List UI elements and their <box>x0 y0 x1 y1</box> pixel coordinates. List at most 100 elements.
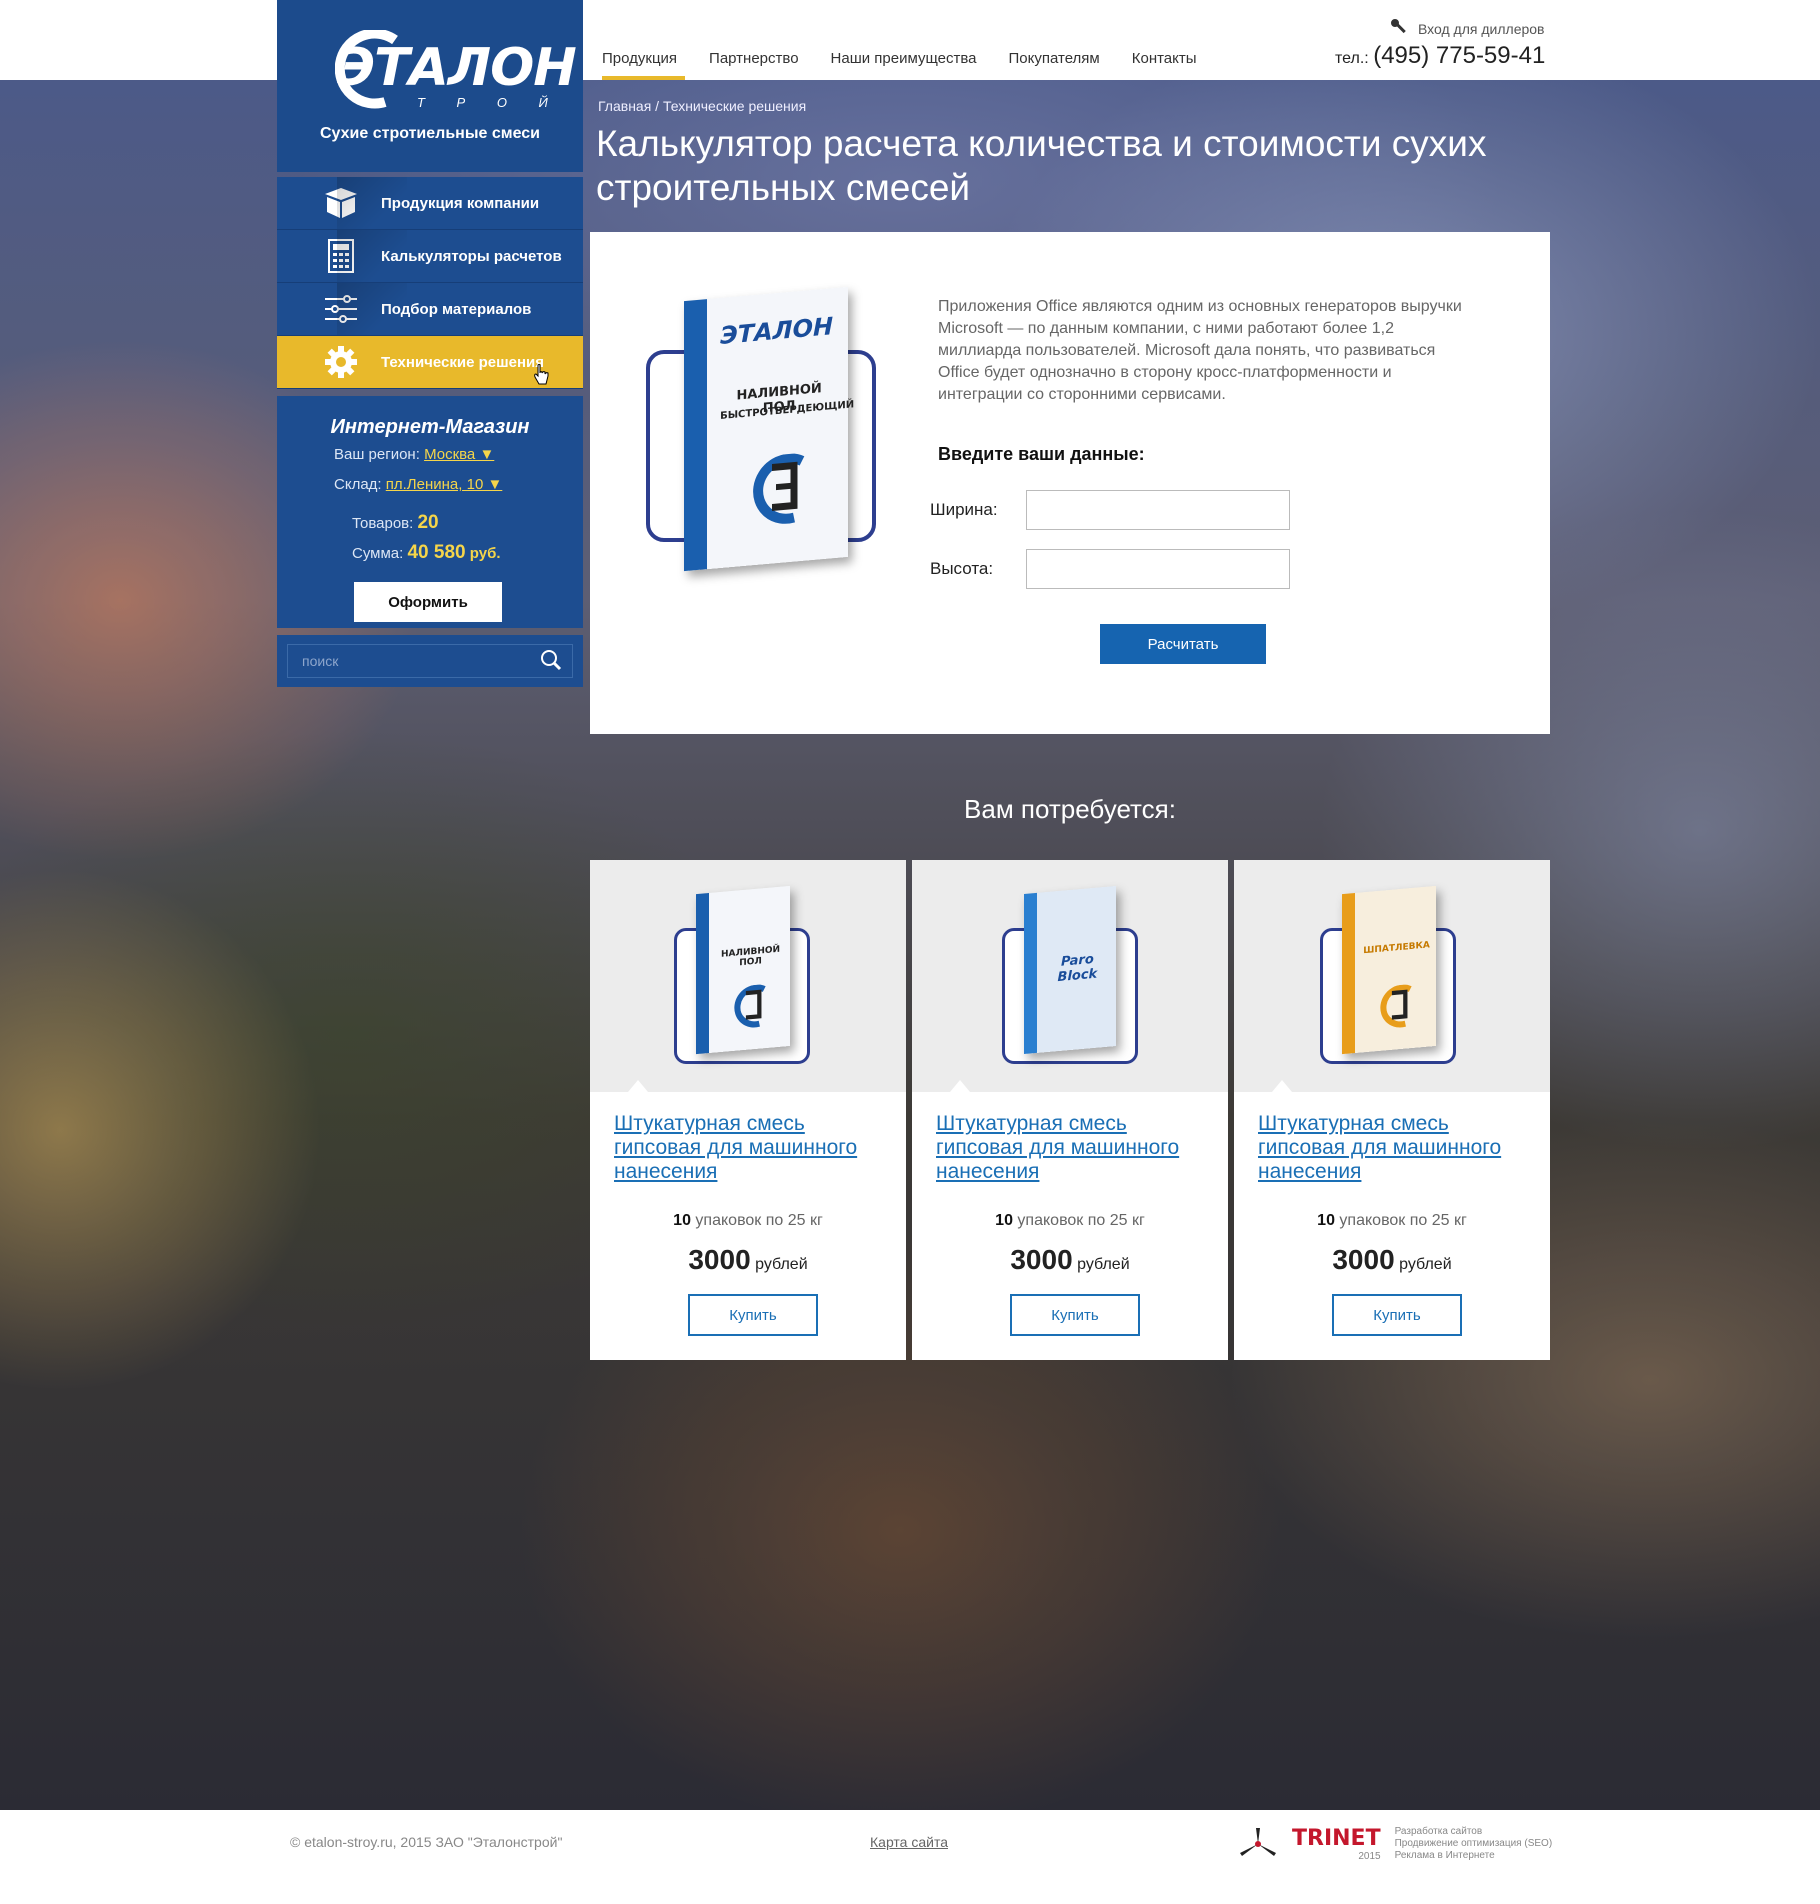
width-field[interactable] <box>1026 490 1290 530</box>
buy-button[interactable]: Купить <box>1010 1294 1140 1336</box>
need-title: Вам потребуется: <box>964 794 1176 824</box>
items-row: Товаров: 20 <box>352 512 439 534</box>
sidebar-menu: Продукция компании Калькуляторы расчетов… <box>277 177 583 389</box>
gear-icon <box>311 342 371 382</box>
sidebar: ЭТАЛОН Т Р О Й Сухие стротиельные смеси … <box>277 0 583 687</box>
breadcrumb[interactable]: Главная / Технические решения <box>598 98 806 114</box>
product-name-link[interactable]: Штукатурная смесь гипсовая для машинного… <box>1258 1112 1538 1184</box>
page-title: Калькулятор расчета количества и стоимос… <box>596 123 1487 208</box>
width-label: Ширина: <box>930 500 998 519</box>
sidebar-item-calculators[interactable]: Калькуляторы расчетов <box>277 230 583 283</box>
qty-text: упаковок по 25 кг <box>1017 1212 1145 1229</box>
product-qty: 10 упаковок по 25 кг <box>590 1212 906 1230</box>
search <box>277 635 583 687</box>
top-header: Продукция Партнерство Наши преимущества … <box>0 0 1820 80</box>
nav-advantages[interactable]: Наши преимущества <box>819 0 997 80</box>
qty-text: упаковок по 25 кг <box>1339 1212 1467 1229</box>
bag-logo-icon <box>752 453 804 524</box>
product-image: НАЛИВНОЙ ПОЛ <box>590 860 906 1092</box>
sidebar-item-products[interactable]: Продукция компании <box>277 177 583 230</box>
region-label: Ваш регион: <box>334 446 420 463</box>
bag-label: НАЛИВНОЙ ПОЛ <box>720 944 781 968</box>
trinet-logo-icon <box>1240 1828 1276 1856</box>
online-shop: Интернет-Магазин Ваш регион: Москва ▼ Ск… <box>277 396 583 628</box>
price-value: 3000 <box>688 1244 751 1275</box>
qty-number: 10 <box>1317 1212 1335 1229</box>
sum-unit: руб. <box>469 545 501 562</box>
price-unit: рублей <box>755 1256 808 1273</box>
sum-row: Сумма: 40 580 руб. <box>352 542 501 564</box>
service-line: Разработка сайтов <box>1394 1826 1483 1837</box>
buy-button[interactable]: Купить <box>1332 1294 1462 1336</box>
bag-brand: ЭТАЛОН <box>720 312 834 351</box>
items-label: Товаров: <box>352 515 414 532</box>
key-icon <box>1390 18 1408 39</box>
dealer-login[interactable]: Вход для диллеров <box>1390 18 1545 39</box>
sidebar-item-materials[interactable]: Подбор материалов <box>277 283 583 336</box>
sitemap-link[interactable]: Карта сайта <box>870 1834 948 1850</box>
phone-prefix: тел.: <box>1335 50 1369 67</box>
search-icon[interactable] <box>540 649 562 676</box>
sum-label: Сумма: <box>352 545 404 562</box>
qty-text: упаковок по 25 кг <box>695 1212 823 1229</box>
product-qty: 10 упаковок по 25 кг <box>1234 1212 1550 1230</box>
product-card: ШПАТЛЕВКА Штукатурная смесь гипсовая для… <box>1234 860 1550 1360</box>
nav-customers[interactable]: Покупателям <box>997 0 1120 80</box>
product-image: Paro Block <box>912 860 1228 1092</box>
price-unit: рублей <box>1399 1256 1452 1273</box>
qty-number: 10 <box>673 1212 691 1229</box>
region-row: Ваш регион: Москва ▼ <box>334 446 494 463</box>
region-select[interactable]: Москва ▼ <box>424 446 494 463</box>
logo-tagline: Сухие стротиельные смеси <box>319 125 540 142</box>
product-name-link[interactable]: Штукатурная смесь гипсовая для машинного… <box>936 1112 1216 1184</box>
store-row: Склад: пл.Ленина, 10 ▼ <box>334 476 502 493</box>
copyright: © etalon-stroy.ru, 2015 ЗАО "Эталонстрой… <box>290 1834 563 1850</box>
phone-number: (495) 775-59-41 <box>1373 42 1546 69</box>
store-label: Склад: <box>334 476 382 493</box>
calculate-button[interactable]: Расчитать <box>1100 624 1266 664</box>
height-label: Высота: <box>930 559 994 578</box>
bag-label: ШПАТЛЕВКА <box>1363 940 1430 957</box>
developer-name: TRINET <box>1292 1826 1381 1851</box>
bag-logo-icon <box>734 984 766 1028</box>
bag-logo-icon <box>1380 984 1412 1028</box>
developer-logo[interactable]: TRINET 2015 Разработка сайтов Продвижени… <box>1238 1826 1552 1862</box>
calculator-subtitle: Введите ваши данные: <box>938 444 1145 464</box>
logo[interactable]: ЭТАЛОН Т Р О Й Сухие стротиельные смеси <box>277 0 583 172</box>
dealer-login-label: Вход для диллеров <box>1418 20 1545 37</box>
product-price: 3000 рублей <box>912 1244 1228 1276</box>
service-line: Продвижение оптимизация (SEO) <box>1394 1838 1553 1849</box>
product-price: 3000 рублей <box>1234 1244 1550 1276</box>
sidebar-item-label: Калькуляторы расчетов <box>381 247 562 265</box>
price-value: 3000 <box>1010 1244 1073 1275</box>
product-card: Paro Block Штукатурная смесь гипсовая дл… <box>912 860 1228 1360</box>
price-value: 3000 <box>1332 1244 1395 1275</box>
developer-services: Разработка сайтов Продвижение оптимизаци… <box>1395 1826 1553 1862</box>
product-card: НАЛИВНОЙ ПОЛ Штукатурная смесь гипсовая … <box>590 860 906 1360</box>
store-select[interactable]: пл.Ленина, 10 ▼ <box>386 476 503 493</box>
service-line: Реклама в Интернете <box>1394 1850 1495 1861</box>
nav-products[interactable]: Продукция <box>590 0 697 80</box>
nav-partnership[interactable]: Партнерство <box>697 0 819 80</box>
product-image: ЭТАЛОН НАЛИВНОЙ ПОЛ БЫСТРОТВЕРДЕЮЩИЙ <box>646 284 886 584</box>
logo-main: ЭТАЛОН <box>337 38 577 98</box>
phone: тел.: (495) 775-59-41 <box>1335 42 1545 70</box>
logo-sub: Т Р О Й <box>417 95 562 110</box>
search-input[interactable] <box>287 644 573 678</box>
height-field[interactable] <box>1026 549 1290 589</box>
shop-title: Интернет-Магазин <box>330 416 530 438</box>
qty-number: 10 <box>995 1212 1013 1229</box>
sidebar-item-label: Технические решения <box>381 353 545 371</box>
nav-contacts[interactable]: Контакты <box>1120 0 1217 80</box>
buy-button[interactable]: Купить <box>688 1294 818 1336</box>
calculator-description: Приложения Office являются одним из осно… <box>938 298 1462 403</box>
footer: © etalon-stroy.ru, 2015 ЗАО "Эталонстрой… <box>0 1810 1820 1904</box>
order-button[interactable]: Оформить <box>354 582 502 622</box>
sidebar-item-tech-solutions[interactable]: Технические решения <box>277 336 583 389</box>
product-name-link[interactable]: Штукатурная смесь гипсовая для машинного… <box>614 1112 894 1184</box>
product-qty: 10 упаковок по 25 кг <box>912 1212 1228 1230</box>
price-unit: рублей <box>1077 1256 1130 1273</box>
product-price: 3000 рублей <box>590 1244 906 1276</box>
product-image: ШПАТЛЕВКА <box>1234 860 1550 1092</box>
cursor-hand-icon <box>533 364 549 390</box>
